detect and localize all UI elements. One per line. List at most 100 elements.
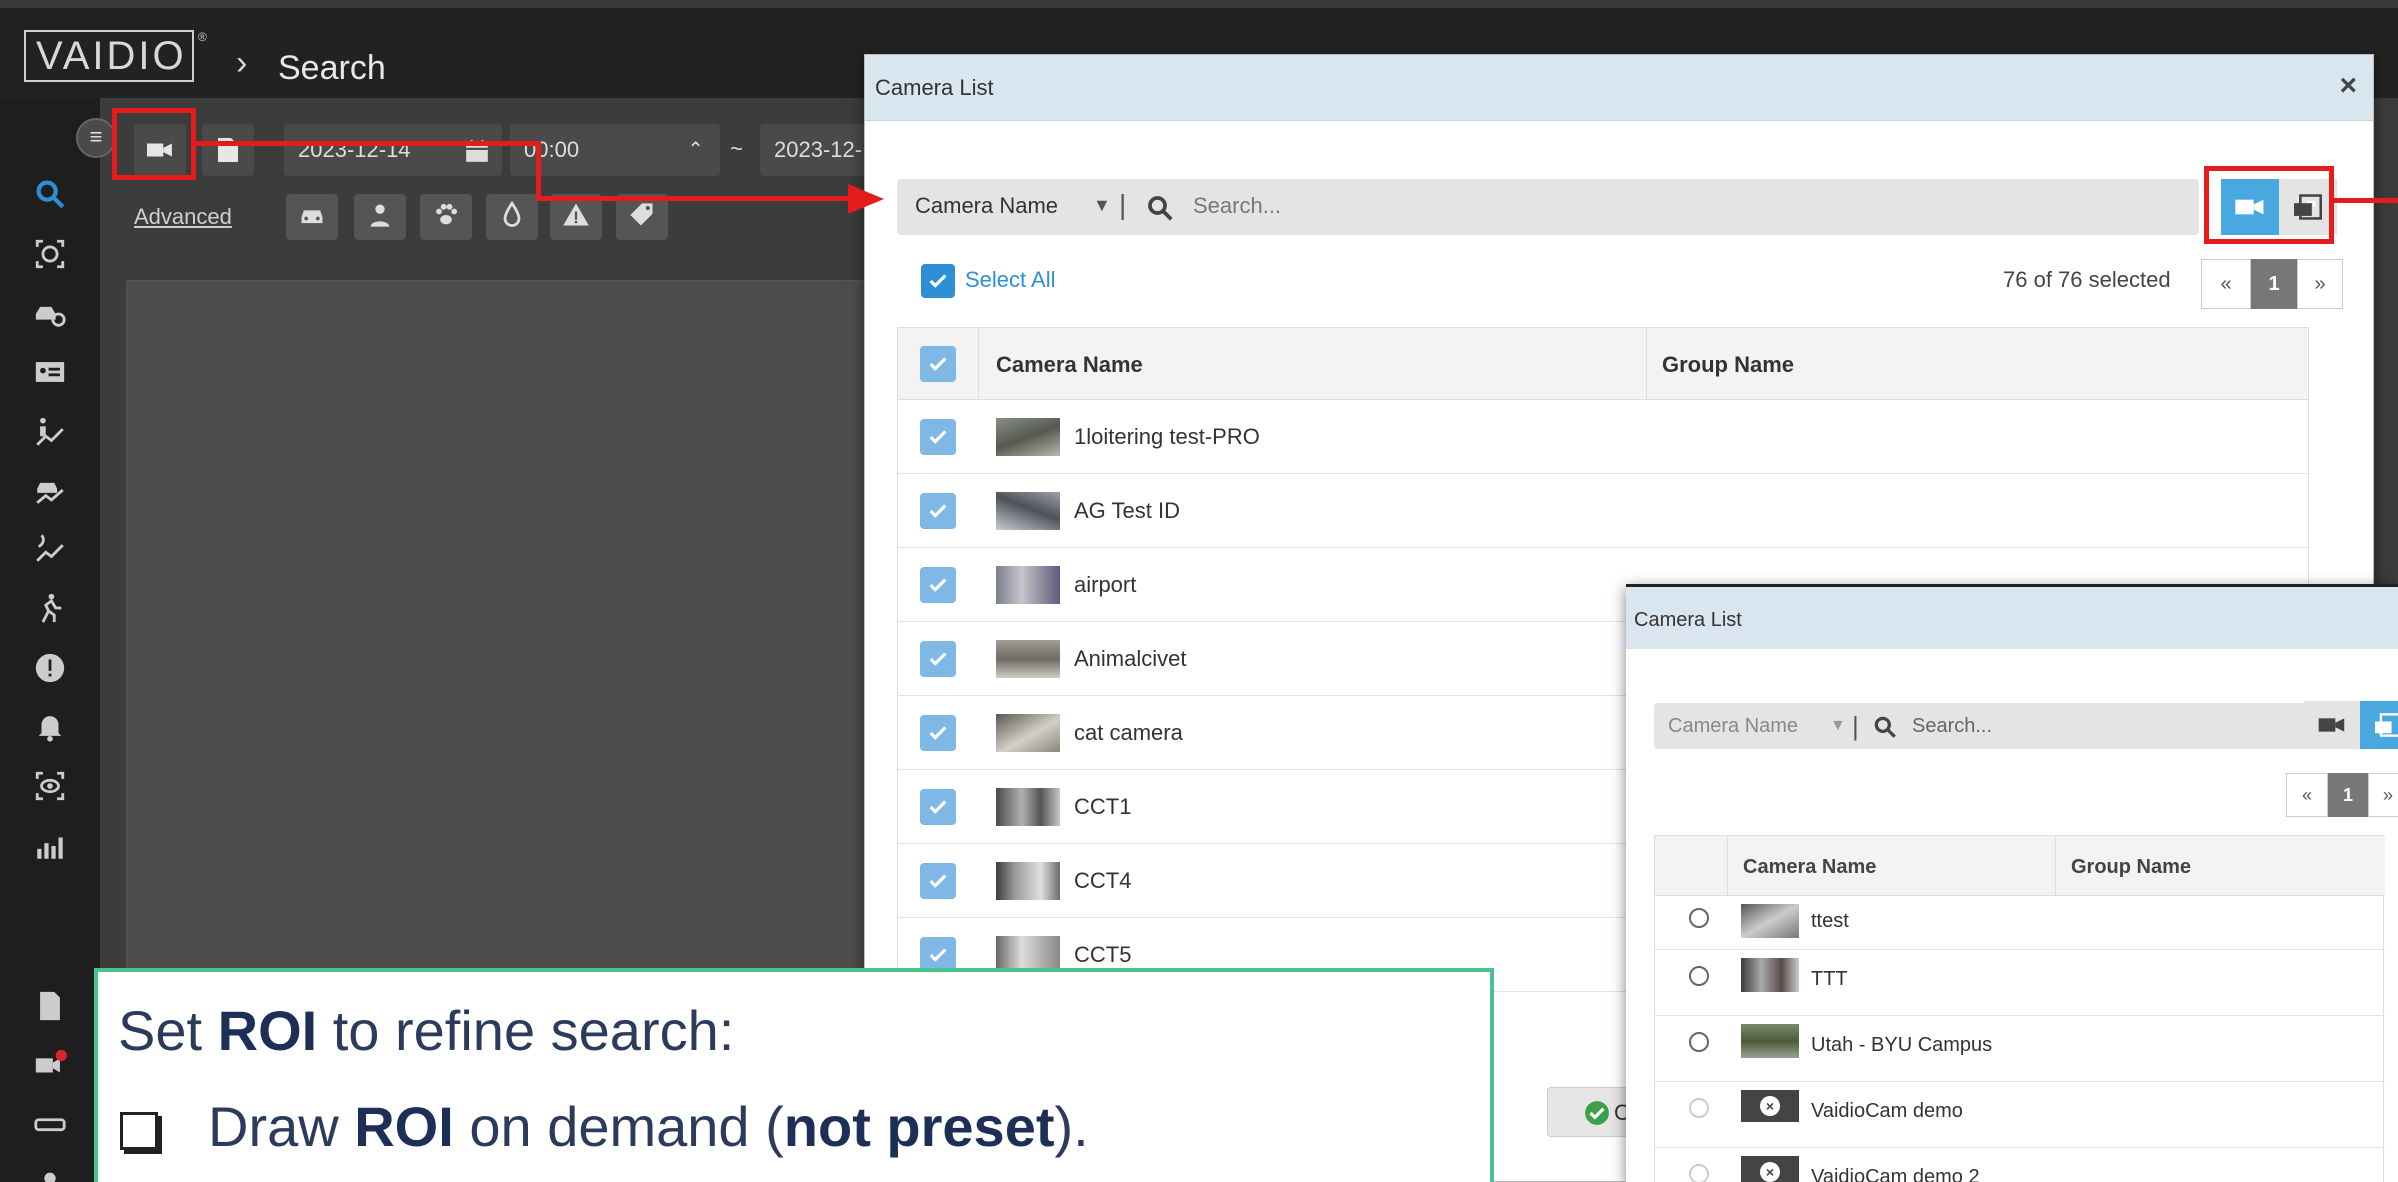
dialog-title: Camera List [1634,609,1742,631]
camera-thumbnail [1741,958,1799,992]
table-row[interactable]: × VaidioCam demo 2 [1655,1148,2385,1182]
annotation-arrowhead-icon [848,184,884,214]
camera-name: VaidioCam demo 2 [1811,1166,1980,1182]
table-row[interactable]: × VaidioCam demo [1655,1082,2385,1148]
checkbox-bullet-icon [120,1112,158,1150]
pager-next-button[interactable]: » [2297,259,2343,309]
person-icon [366,201,394,234]
search-field-select[interactable]: Camera Name [915,193,1058,219]
sidebar-running-person-icon[interactable] [22,586,78,630]
sidebar-toggle-menu-icon[interactable]: ≡ [76,118,116,158]
row-radio[interactable] [1689,1098,1709,1118]
row-radio[interactable] [1689,908,1709,928]
row-radio[interactable] [1689,1032,1709,1052]
camera-view-button[interactable] [2304,701,2360,749]
annotation-arrow-line [196,141,540,146]
sidebar-search-icon[interactable] [22,172,78,216]
camera-name: VaidioCam demo [1811,1100,1963,1122]
chevron-down-icon[interactable]: ▼ [1830,717,1846,735]
select-all-label[interactable]: Select All [965,267,1056,293]
row-checkbox[interactable] [920,789,956,825]
table-row[interactable]: TTT [1655,950,2385,1016]
pager-prev-button[interactable]: « [2201,259,2251,309]
highlight-view-buttons [2204,166,2334,244]
row-checkbox[interactable] [920,641,956,677]
table-row[interactable]: 1loitering test-PRO [898,400,2308,474]
sidebar-report-icon[interactable] [22,984,78,1028]
chevron-down-icon[interactable]: ▼ [1093,195,1111,216]
column-divider [2055,836,2056,896]
column-header-camera-name[interactable]: Camera Name [1743,856,1876,879]
search-input[interactable]: Search... [1912,715,1992,738]
vehicle-filter-button[interactable] [286,194,338,240]
pager-page-1[interactable]: 1 [2328,773,2368,817]
table-row[interactable]: ttest [1655,896,2385,950]
calendar-icon [464,124,490,176]
advanced-link[interactable]: Advanced [134,204,232,230]
camera-preset-view-button[interactable] [2360,701,2398,749]
table-row[interactable]: AG Test ID [898,474,2308,548]
camera-name: TTT [1811,968,1848,990]
animal-filter-button[interactable] [420,194,472,240]
column-header-group-name[interactable]: Group Name [1662,352,1794,378]
search-input[interactable]: Search... [1193,193,1281,219]
sidebar-vehicle-trend-icon[interactable] [22,468,78,512]
camera-thumbnail [996,492,1060,530]
search-icon [1145,193,1175,228]
pager-page-1[interactable]: 1 [2251,259,2297,309]
annotation-arrow-line [2334,198,2398,203]
camera-name: CCT1 [1074,794,1132,819]
sidebar [0,98,100,1182]
select-all-checkbox[interactable] [921,264,955,298]
sidebar-vehicle-search-icon[interactable] [22,292,78,336]
callout-text: Set [118,999,218,1062]
row-checkbox[interactable] [920,863,956,899]
callout-text: ). [1054,1095,1089,1158]
column-header-group-name[interactable]: Group Name [2071,856,2191,879]
table-header: Camera Name Group Name [898,328,2308,400]
pager-next-button[interactable]: » [2368,773,2398,817]
start-time-input[interactable]: 00:00 ⌃ [510,124,720,176]
callout-text: to refine search: [317,999,735,1062]
sidebar-device-icon[interactable] [22,1102,78,1146]
row-radio[interactable] [1689,966,1709,986]
sidebar-alert-icon[interactable] [22,646,78,690]
start-date-input[interactable]: 2023-12-14 [284,124,502,176]
row-radio[interactable] [1689,1164,1709,1182]
sidebar-bell-icon[interactable] [22,704,78,748]
camera-name: CCT4 [1074,868,1132,893]
camera-thumbnail [996,640,1060,678]
pager-prev-button[interactable]: « [2286,773,2328,817]
time-stepper-icon[interactable]: ⌃ [687,124,704,176]
end-date-input[interactable]: 2023-12- [760,124,870,176]
sidebar-statistics-icon[interactable] [22,824,78,868]
camera-thumbnail [996,418,1060,456]
warning-icon [562,201,590,234]
person-filter-button[interactable] [354,194,406,240]
sidebar-face-icon[interactable] [22,232,78,276]
row-checkbox[interactable] [920,493,956,529]
dialog-header: Camera List [1626,587,2398,649]
row-checkbox[interactable] [920,419,956,455]
camera-search-bar: Camera Name ▼ | Search... [1654,703,2312,749]
close-circle-icon: × [1760,1096,1780,1116]
search-field-select[interactable]: Camera Name [1668,715,1798,738]
liquid-filter-button[interactable] [486,194,538,240]
sidebar-user-icon[interactable] [22,1162,78,1182]
camera-search-bar: Camera Name ▼ | Search... [897,179,2199,235]
column-header-camera-name[interactable]: Camera Name [996,352,1143,378]
table-row[interactable]: Utah - BYU Campus [1655,1016,2385,1082]
camera-thumbnail [996,566,1060,604]
table-header: Camera Name Group Name [1655,836,2385,896]
row-checkbox[interactable] [920,715,956,751]
close-icon[interactable]: × [2339,69,2357,103]
row-checkbox[interactable] [920,567,956,603]
sidebar-crowd-trend-icon[interactable] [22,526,78,570]
sidebar-camera-alert-icon[interactable] [22,1042,78,1086]
sidebar-id-card-icon[interactable] [22,350,78,394]
sidebar-eye-watch-icon[interactable] [22,764,78,808]
file-select-button[interactable] [202,124,254,176]
header-checkbox[interactable] [920,346,956,382]
sidebar-person-trend-icon[interactable] [22,410,78,454]
check-circle-icon [1584,1100,1610,1131]
